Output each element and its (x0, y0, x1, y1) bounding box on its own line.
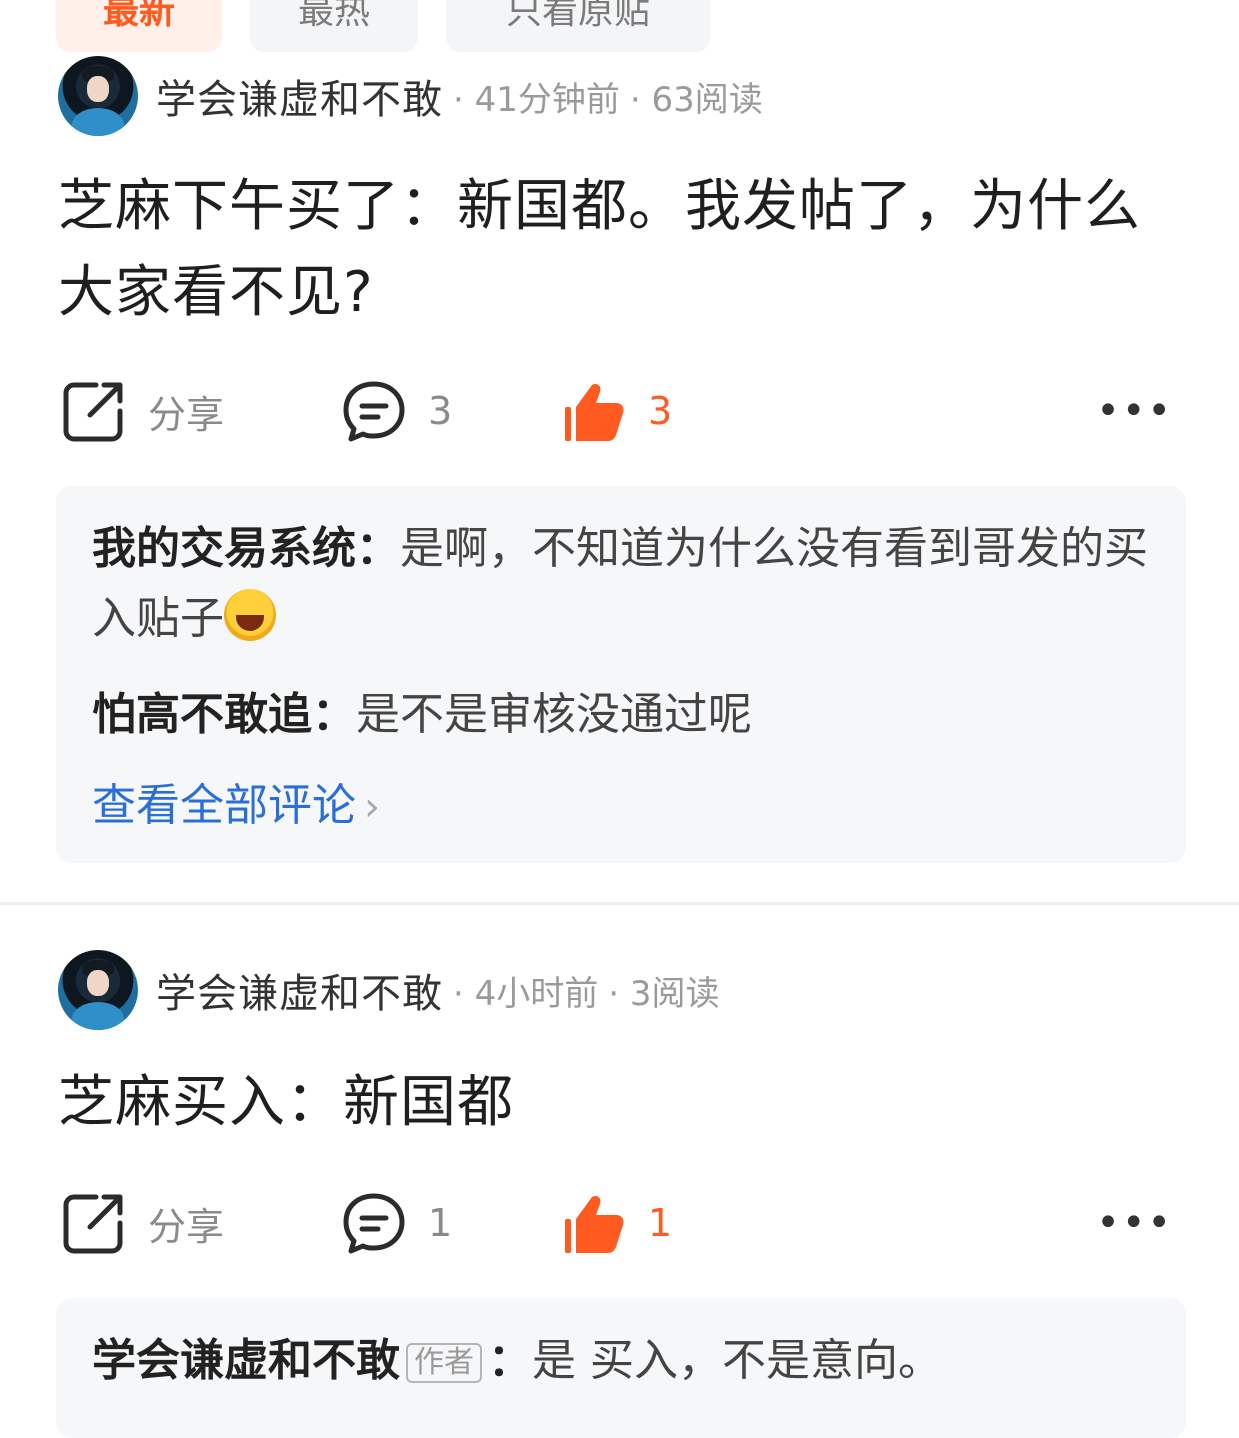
share-label: 分享 (148, 392, 225, 437)
comment-text: 是不是审核没通过呢 (356, 689, 752, 740)
rolling-laughing-emoji-icon (224, 589, 276, 641)
comment-preview: 学会谦虚和不敢 作者 ：是 买入，不是意向。 (56, 1298, 1186, 1438)
tab-hottest[interactable]: 最热 (250, 0, 418, 52)
author-name[interactable]: 学会谦虚和不敢 (156, 961, 443, 1019)
post-divider (0, 902, 1239, 905)
post-actions: 分享 3 3 ••• (0, 376, 1239, 446)
comment-count: 1 (428, 1201, 453, 1245)
share-label: 分享 (148, 1204, 225, 1249)
comment-item[interactable]: 怕高不敢追：是不是审核没通过呢 (92, 680, 1150, 750)
view-all-comments-link[interactable]: 查看全部评论 › (92, 776, 1150, 837)
avatar[interactable] (58, 950, 138, 1030)
sort-tabs: 最新 最热 只看原贴 (56, 0, 710, 52)
post-actions: 分享 1 1 ••• (0, 1188, 1239, 1258)
share-icon (63, 382, 123, 442)
comment-item[interactable]: 我的交易系统：是啊，不知道为什么没有看到哥发的买入贴子 (92, 514, 1150, 654)
chevron-right-icon: › (364, 784, 380, 830)
avatar[interactable] (58, 56, 138, 136)
comment-count: 3 (428, 389, 453, 433)
comment-button[interactable]: 3 (342, 376, 452, 446)
comment-item[interactable]: 学会谦虚和不敢 作者 ：是 买入，不是意向。 (92, 1326, 1150, 1396)
author-name[interactable]: 学会谦虚和不敢 (156, 67, 443, 125)
like-count: 1 (648, 1201, 673, 1245)
like-button[interactable]: 3 (562, 376, 672, 446)
comment-separator: ： (312, 689, 356, 740)
thumbs-up-icon (565, 1195, 624, 1253)
post-reads: · 63阅读 (629, 79, 763, 120)
more-icon[interactable]: ••• (1096, 376, 1173, 446)
tab-latest[interactable]: 最新 (56, 0, 222, 52)
author-badge: 作者 (406, 1343, 482, 1383)
author-row: 学会谦虚和不敢 · 41分钟前 · 63阅读 (58, 56, 763, 136)
comment-button[interactable]: 1 (342, 1188, 452, 1258)
share-icon (63, 1194, 123, 1254)
post-content[interactable]: 芝麻下午买了：新国都。我发帖了，为什么大家看不见? (58, 164, 1179, 336)
like-button[interactable]: 1 (562, 1188, 672, 1258)
comment-preview: 我的交易系统：是啊，不知道为什么没有看到哥发的买入贴子 怕高不敢追：是不是审核没… (56, 486, 1186, 863)
comment-author[interactable]: 学会谦虚和不敢 (92, 1335, 400, 1386)
comment-author[interactable]: 我的交易系统 (92, 523, 356, 574)
comment-icon (343, 1193, 405, 1254)
post-time: · 4小时前 (453, 973, 599, 1014)
comment-icon (343, 381, 405, 442)
share-button[interactable]: 分享 (62, 1188, 224, 1258)
comment-author[interactable]: 怕高不敢追 (92, 689, 312, 740)
more-icon[interactable]: ••• (1096, 1188, 1173, 1258)
like-count: 3 (648, 389, 673, 433)
post-reads: · 3阅读 (608, 973, 720, 1014)
thumbs-up-icon (565, 383, 624, 441)
post-time: · 41分钟前 (453, 79, 620, 120)
post-content[interactable]: 芝麻买入：新国都 (58, 1060, 1179, 1146)
comment-separator: ： (356, 523, 400, 574)
author-row: 学会谦虚和不敢 · 4小时前 · 3阅读 (58, 950, 720, 1030)
comment-text: 是 买入，不是意向。 (532, 1335, 942, 1386)
comment-separator: ： (488, 1335, 532, 1386)
tab-original-only[interactable]: 只看原贴 (446, 0, 710, 52)
share-button[interactable]: 分享 (62, 376, 224, 446)
view-all-label: 查看全部评论 (92, 780, 356, 831)
